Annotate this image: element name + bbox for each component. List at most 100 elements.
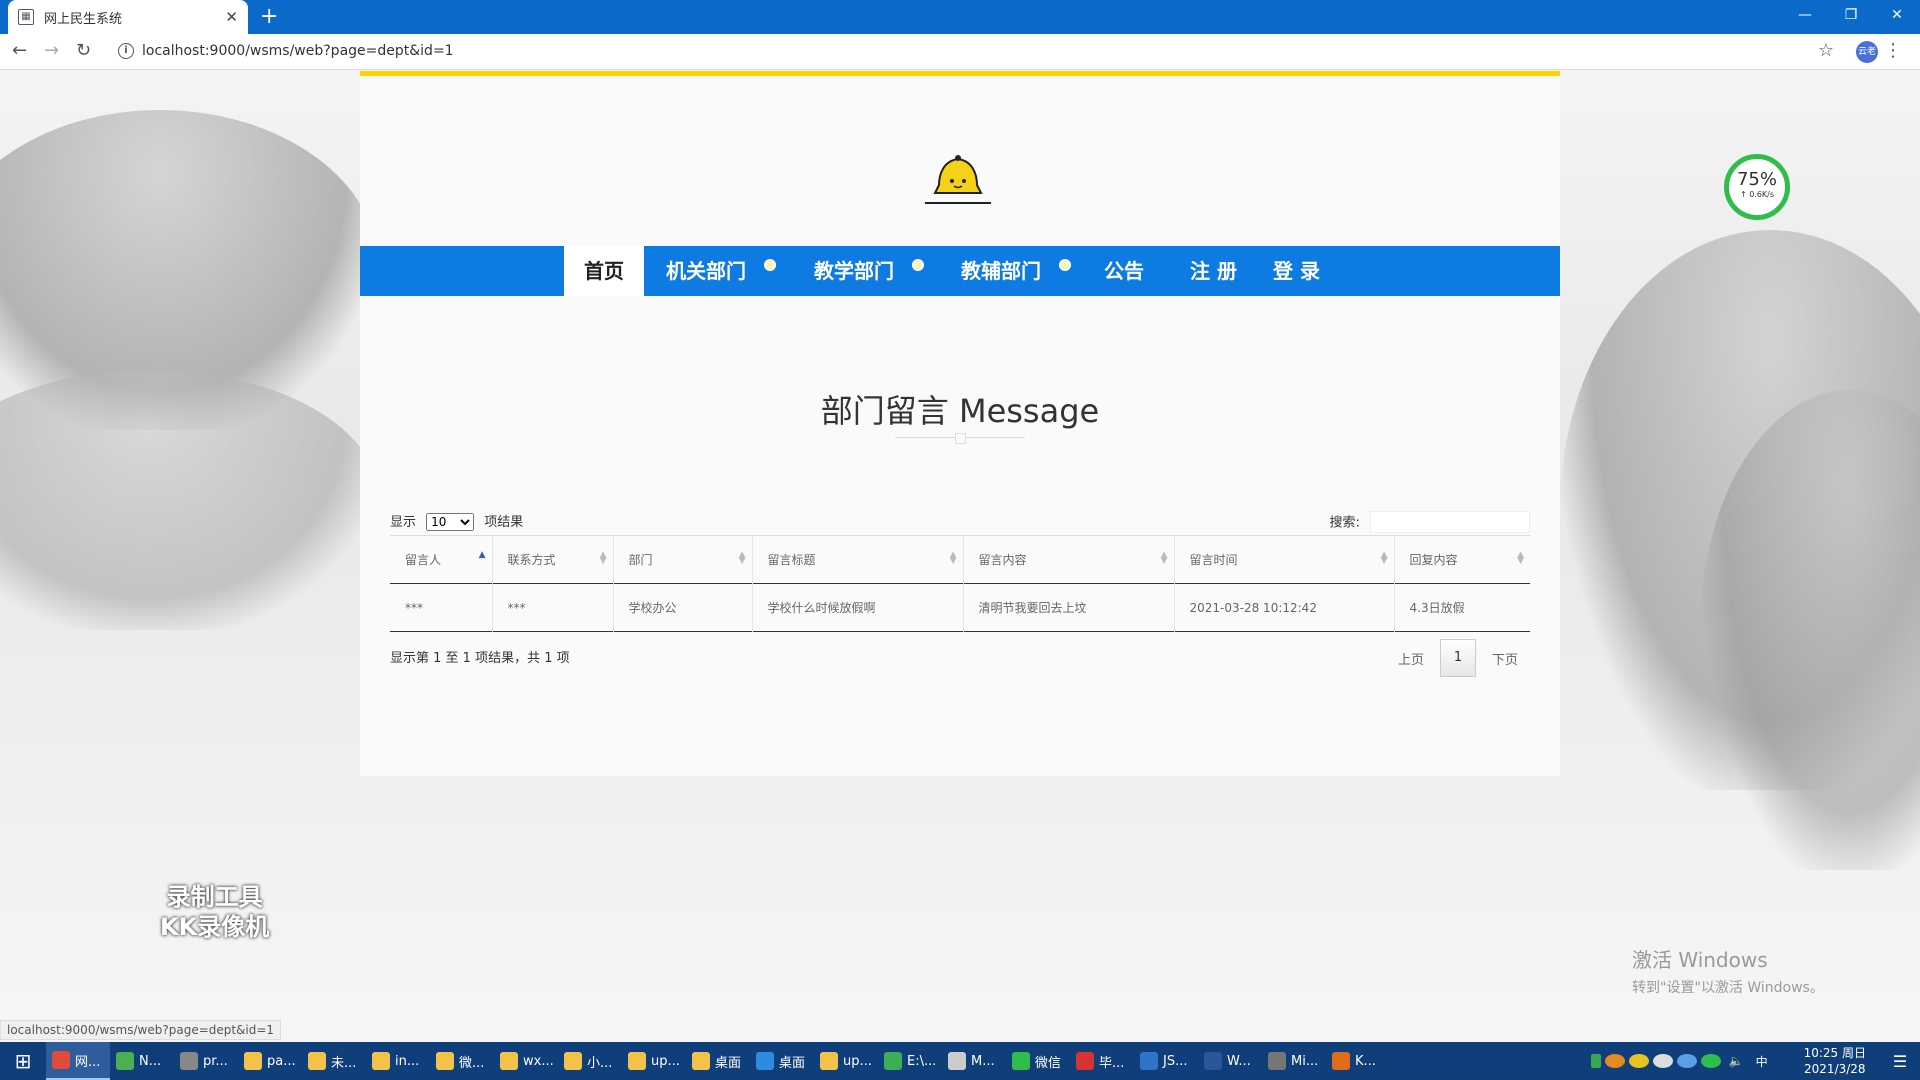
app-icon: [116, 1052, 134, 1070]
app-icon: [372, 1052, 390, 1070]
taskbar-item-label: 微信: [1035, 1055, 1062, 1071]
restore-icon[interactable]: ❐: [1828, 0, 1874, 30]
main-navbar: 首页 机关部门 教学部门 教辅部门 公告 注 册 登 录: [360, 246, 1560, 296]
prev-page-button[interactable]: 上页: [1398, 649, 1424, 668]
page-1-button[interactable]: 1: [1439, 639, 1476, 677]
sort-icon: ▲ ▼: [738, 550, 746, 566]
column-header[interactable]: 留言标题 ▲ ▼: [752, 535, 964, 584]
bookmark-star-icon[interactable]: ☆: [1818, 40, 1834, 61]
column-header[interactable]: 留言内容 ▲ ▼: [963, 535, 1175, 584]
taskbar-item[interactable]: 小...: [558, 1042, 622, 1080]
notification-center-icon[interactable]: ☰: [1880, 1052, 1920, 1071]
sort-icon: ▲ ▼: [949, 550, 957, 566]
close-tab-icon[interactable]: ✕: [225, 8, 238, 26]
taskbar-item[interactable]: Mi...: [1262, 1042, 1326, 1080]
section-title: 部门留言 Message: [820, 392, 1100, 430]
app-icon: [180, 1052, 198, 1070]
taskbar-item-label: N...: [139, 1053, 162, 1069]
taskbar-item[interactable]: up...: [814, 1042, 878, 1080]
next-page-button[interactable]: 下页: [1492, 649, 1518, 668]
taskbar-item[interactable]: M...: [942, 1042, 1006, 1080]
dropdown-dot-icon: [1059, 259, 1071, 271]
nav-register[interactable]: 注 册: [1170, 246, 1257, 296]
column-header[interactable]: 留言时间 ▲ ▼: [1174, 535, 1395, 584]
forward-icon[interactable]: →: [44, 40, 59, 61]
taskbar-item[interactable]: wx...: [494, 1042, 558, 1080]
dropdown-dot-icon: [764, 259, 776, 271]
taskbar-item[interactable]: JS...: [1134, 1042, 1198, 1080]
battery-icon[interactable]: [1590, 1054, 1601, 1068]
taskbar-item[interactable]: 微信: [1006, 1042, 1070, 1080]
recorder-watermark: 录制工具 KK录像机: [160, 883, 270, 941]
taskbar-item[interactable]: 微...: [430, 1042, 494, 1080]
column-header[interactable]: 联系方式 ▲ ▼: [492, 535, 614, 584]
column-header[interactable]: 回复内容 ▲ ▼: [1394, 536, 1530, 584]
taskbar-item-label: wx...: [523, 1053, 554, 1069]
cell-department: 学校办公: [613, 583, 753, 632]
nav-home[interactable]: 首页: [564, 246, 644, 296]
tray-app-icon[interactable]: [1676, 1054, 1697, 1068]
back-icon[interactable]: ←: [12, 40, 27, 61]
taskbar-item[interactable]: pr...: [174, 1042, 238, 1080]
taskbar-item[interactable]: in...: [366, 1042, 430, 1080]
sort-icon: ▲ ▼: [1160, 550, 1168, 566]
start-button-icon[interactable]: ⊞: [0, 1049, 46, 1073]
taskbar-item[interactable]: 未...: [302, 1042, 366, 1080]
search-input[interactable]: [1370, 511, 1530, 533]
nav-government-dept[interactable]: 机关部门: [646, 246, 780, 296]
taskbar-item-label: E:\...: [907, 1053, 937, 1069]
taskbar-item[interactable]: 桌面: [750, 1042, 814, 1080]
profile-avatar[interactable]: 云老: [1856, 41, 1878, 63]
app-icon: [436, 1052, 454, 1070]
cell-time: 2021-03-28 10:12:42: [1174, 583, 1395, 632]
minimize-icon[interactable]: —: [1782, 0, 1828, 30]
volume-icon[interactable]: 🔈: [1729, 1054, 1744, 1068]
site-info-icon[interactable]: i: [118, 43, 134, 59]
wechat-tray-icon[interactable]: [1700, 1054, 1721, 1068]
nav-login[interactable]: 登 录: [1253, 246, 1340, 296]
taskbar-item[interactable]: N...: [110, 1042, 174, 1080]
browser-tab[interactable]: ▦ 网上民生系统 ✕: [8, 0, 248, 34]
meter-speed: ↑ 0.6K/s: [1739, 190, 1775, 199]
taskbar-item-label: in...: [395, 1053, 420, 1069]
taskbar-item[interactable]: 网...: [46, 1042, 110, 1080]
page-size-select[interactable]: 10: [426, 513, 475, 531]
tray-app-icon[interactable]: [1652, 1054, 1673, 1068]
nav-teaching-dept[interactable]: 教学部门: [794, 246, 928, 296]
taskbar-item[interactable]: 桌面: [686, 1042, 750, 1080]
browser-tabbar: ▦ 网上民生系统 ✕ + — ❐ ✕: [0, 0, 1920, 34]
taskbar-item-label: 桌面: [715, 1055, 742, 1071]
column-header[interactable]: 留言人 ▲: [390, 535, 493, 584]
close-window-icon[interactable]: ✕: [1874, 0, 1920, 30]
cell-contact: ***: [492, 583, 614, 632]
new-tab-button[interactable]: +: [260, 4, 278, 29]
taskbar-item[interactable]: 毕...: [1070, 1042, 1134, 1080]
taskbar-item-label: up...: [651, 1053, 680, 1069]
nav-announcement[interactable]: 公告: [1084, 246, 1164, 296]
column-header[interactable]: 部门 ▲ ▼: [613, 535, 753, 584]
taskbar-item[interactable]: E:\...: [878, 1042, 942, 1080]
table-header-row: 留言人 ▲ 联系方式 ▲ ▼ 部门 ▲ ▼ 留言标题 ▲ ▼ 留言内容 ▲ ▼ 留言时间 ▲ ▼ 回复…: [390, 535, 1530, 584]
app-icon: [628, 1052, 646, 1070]
tray-app-icon[interactable]: [1604, 1054, 1625, 1068]
activate-windows-watermark: 激活 Windows 转到"设置"以激活 Windows。: [1632, 948, 1824, 996]
app-icon: [1332, 1052, 1350, 1070]
cell-reply: 4.3日放假: [1409, 601, 1465, 615]
url-field[interactable]: localhost:9000/wsms/web?page=dept&id=1: [142, 43, 454, 59]
browser-menu-icon[interactable]: ⋮: [1884, 40, 1902, 61]
cell-content: 清明节我要回去上坟: [963, 583, 1175, 632]
taskbar-clock[interactable]: 10:25 周日 2021/3/28: [1804, 1045, 1866, 1077]
taskbar-item[interactable]: up...: [622, 1042, 686, 1080]
ime-indicator[interactable]: 中: [1756, 1053, 1768, 1070]
network-meter-widget[interactable]: 75% ↑ 0.6K/s: [1724, 154, 1790, 220]
tray-app-icon[interactable]: [1628, 1054, 1649, 1068]
taskbar-item[interactable]: pa...: [238, 1042, 302, 1080]
taskbar-item[interactable]: W...: [1198, 1042, 1262, 1080]
taskbar-item[interactable]: K...: [1326, 1042, 1390, 1080]
app-icon: [692, 1052, 710, 1070]
cell-author: ***: [390, 583, 493, 632]
nav-support-dept[interactable]: 教辅部门: [941, 246, 1075, 296]
reload-icon[interactable]: ↻: [76, 40, 91, 61]
table-info: 显示第 1 至 1 项结果，共 1 项: [390, 651, 570, 666]
status-bar-url: localhost:9000/wsms/web?page=dept&id=1: [0, 1020, 282, 1040]
